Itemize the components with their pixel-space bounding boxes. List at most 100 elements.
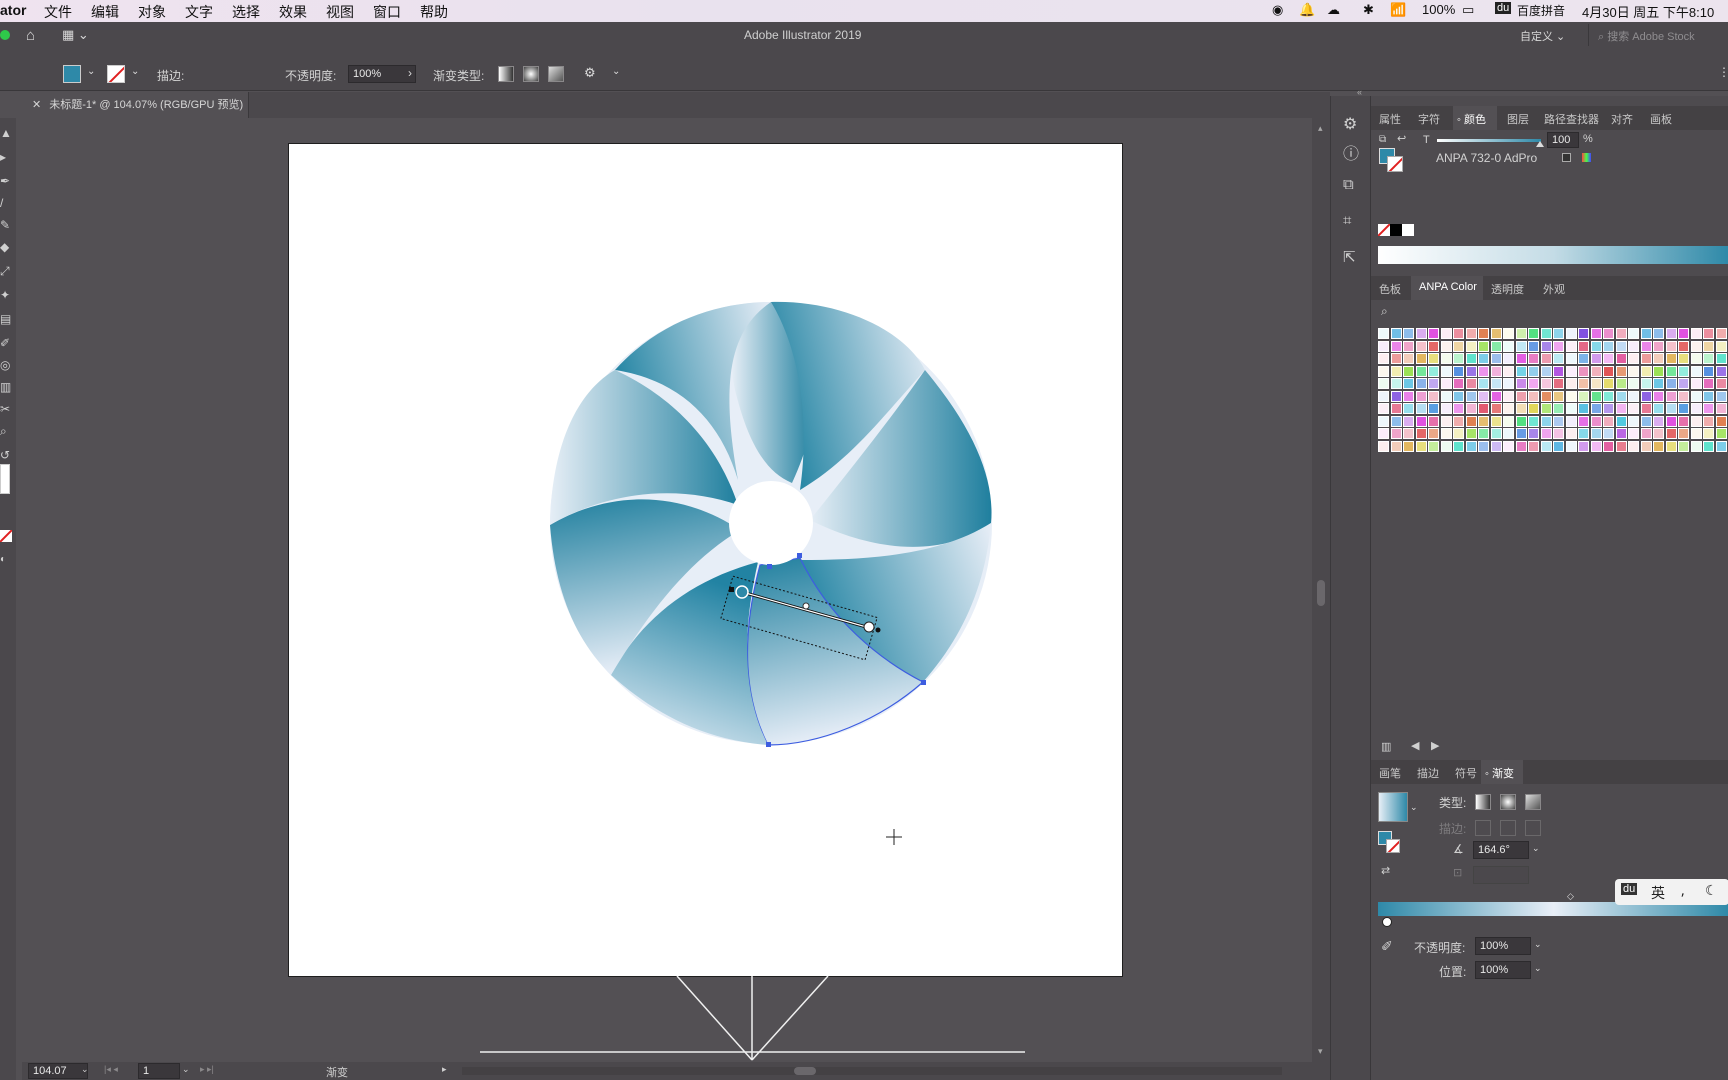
color-swatch[interactable] [1703, 428, 1714, 439]
chevron-down-icon[interactable]: ⌄ [1410, 802, 1418, 813]
color-swatch[interactable] [1590, 428, 1602, 439]
color-swatch[interactable] [1653, 440, 1664, 452]
chevron-down-icon[interactable]: ⌄ [182, 1064, 190, 1075]
color-swatch[interactable] [1665, 403, 1677, 414]
color-swatch[interactable] [1553, 403, 1564, 414]
color-swatch[interactable] [1465, 440, 1477, 452]
color-swatch[interactable] [1678, 365, 1689, 377]
anpa-swatch-grid[interactable] [1378, 328, 1728, 454]
color-swatch[interactable] [1540, 353, 1552, 364]
color-swatch[interactable] [1690, 328, 1702, 339]
tab-pathfinder[interactable]: 路径查找器 [1544, 111, 1599, 127]
color-swatch[interactable] [1690, 428, 1702, 439]
color-swatch[interactable] [1528, 390, 1539, 402]
aspect-ratio-field[interactable] [1473, 866, 1529, 884]
color-swatch[interactable] [1540, 440, 1552, 452]
color-swatch[interactable] [1478, 390, 1489, 402]
color-swatch[interactable] [1440, 365, 1452, 377]
color-swatch[interactable] [1703, 353, 1714, 364]
previous-library-icon[interactable]: ◀ [1411, 739, 1419, 752]
color-swatch[interactable] [1378, 340, 1389, 352]
moon-icon[interactable]: ☾ [1705, 882, 1718, 899]
tab-gradient[interactable]: ◦ 渐变 [1485, 765, 1514, 781]
color-swatch[interactable] [1578, 390, 1589, 402]
stroke-within-button[interactable] [1475, 820, 1491, 836]
color-swatch[interactable] [1390, 403, 1402, 414]
tab-transparency[interactable]: 透明度 [1491, 281, 1524, 297]
color-swatch[interactable] [1603, 365, 1614, 377]
color-swatch[interactable] [1540, 378, 1552, 389]
creative-cloud-icon[interactable]: ☁ [1327, 2, 1340, 18]
color-swatch[interactable] [1440, 353, 1452, 364]
color-swatch[interactable] [1540, 403, 1552, 414]
color-swatch[interactable] [1640, 390, 1652, 402]
color-swatch[interactable] [1403, 440, 1414, 452]
color-swatch[interactable] [1703, 365, 1714, 377]
color-swatch[interactable] [1653, 378, 1664, 389]
baidu-ime-icon[interactable]: du [1621, 883, 1638, 895]
color-swatch[interactable] [1590, 353, 1602, 364]
ime-language[interactable]: 英 [1651, 883, 1665, 903]
color-swatch[interactable] [1528, 328, 1539, 339]
color-swatch[interactable] [1640, 340, 1652, 352]
color-swatch[interactable] [1428, 328, 1439, 339]
color-swatch[interactable] [1465, 428, 1477, 439]
gradient-origin-handle[interactable] [735, 585, 749, 599]
color-swatch[interactable] [1515, 428, 1527, 439]
color-swatch[interactable] [1603, 415, 1614, 427]
color-swatch[interactable] [1503, 390, 1514, 402]
color-swatch[interactable] [1653, 328, 1664, 339]
gradient-opacity-field[interactable] [1475, 937, 1531, 955]
tint-field[interactable] [1547, 132, 1579, 148]
color-swatch[interactable] [1515, 403, 1527, 414]
color-swatch[interactable] [1703, 403, 1714, 414]
color-swatch[interactable] [1528, 353, 1539, 364]
color-swatch[interactable] [1590, 378, 1602, 389]
color-swatch[interactable] [1603, 340, 1614, 352]
color-swatch[interactable] [1628, 353, 1639, 364]
color-swatch[interactable] [1653, 340, 1664, 352]
linear-type-button[interactable] [1475, 794, 1491, 810]
stroke-along-button[interactable] [1500, 820, 1516, 836]
color-swatch[interactable] [1428, 365, 1439, 377]
color-swatch[interactable] [1428, 428, 1439, 439]
color-swatch[interactable] [1390, 378, 1402, 389]
next-library-icon[interactable]: ▶ [1431, 739, 1439, 752]
color-swatch[interactable] [1628, 440, 1639, 452]
color-swatch[interactable] [1565, 415, 1577, 427]
color-swatch[interactable] [1478, 440, 1489, 452]
tint-slider[interactable] [1437, 139, 1541, 142]
gradient-midpoint-diamond[interactable]: ◇ [1567, 891, 1574, 902]
color-swatch[interactable] [1528, 340, 1539, 352]
chevron-down-icon[interactable]: ⌄ [1532, 843, 1540, 854]
color-swatch[interactable] [1640, 440, 1652, 452]
angle-field[interactable] [1473, 841, 1529, 859]
color-swatch[interactable] [1440, 415, 1452, 427]
color-swatch[interactable] [1503, 340, 1514, 352]
flower-artwork[interactable] [550, 301, 992, 746]
stock-search-input[interactable]: ⌕ 搜索 Adobe Stock [1598, 28, 1695, 44]
color-swatch[interactable] [1678, 328, 1689, 339]
color-swatch[interactable] [1515, 353, 1527, 364]
transform-icon[interactable]: ⧉ [1343, 176, 1354, 193]
color-swatch[interactable] [1603, 428, 1614, 439]
color-swatch[interactable] [1578, 340, 1589, 352]
color-swatch[interactable] [1615, 378, 1627, 389]
color-swatch[interactable] [1428, 440, 1439, 452]
color-swatch[interactable] [1715, 403, 1727, 414]
color-swatch[interactable] [1415, 415, 1427, 427]
color-swatch[interactable] [1403, 365, 1414, 377]
color-swatch[interactable] [1515, 365, 1527, 377]
black-swatch[interactable] [1390, 224, 1402, 236]
color-swatch[interactable] [1390, 340, 1402, 352]
color-swatch[interactable] [1640, 403, 1652, 414]
color-swatch[interactable] [1665, 415, 1677, 427]
color-swatch[interactable] [1440, 328, 1452, 339]
color-swatch[interactable] [1515, 378, 1527, 389]
color-swatch[interactable] [1703, 340, 1714, 352]
color-swatch[interactable] [1665, 340, 1677, 352]
color-swatch[interactable] [1378, 440, 1389, 452]
color-swatch[interactable] [1690, 365, 1702, 377]
search-icon[interactable]: ⌕ [1381, 304, 1388, 319]
zoom-field[interactable] [28, 1063, 88, 1079]
